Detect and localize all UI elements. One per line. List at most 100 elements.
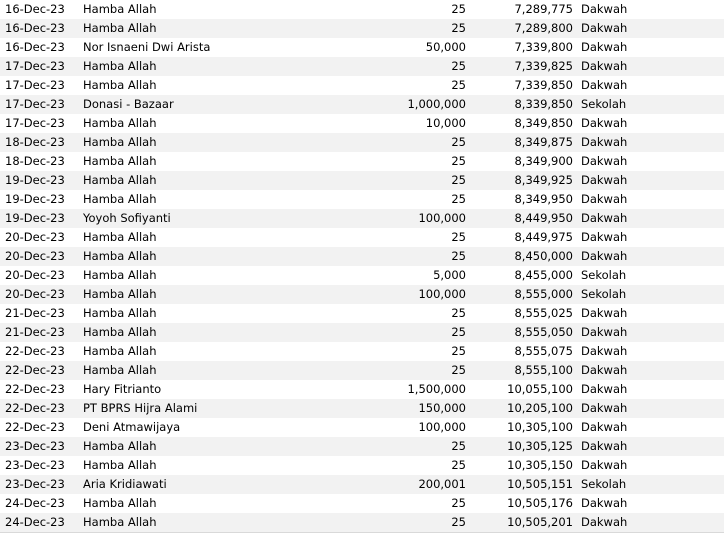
amount-cell[interactable]: 25 (383, 323, 468, 342)
date-cell[interactable]: 24-Dec-23 (0, 494, 83, 513)
date-cell[interactable]: 23-Dec-23 (0, 437, 83, 456)
date-cell[interactable]: 22-Dec-23 (0, 361, 83, 380)
running-balance-cell[interactable]: 10,305,150 (468, 456, 575, 475)
date-cell[interactable]: 16-Dec-23 (0, 38, 83, 57)
amount-cell[interactable]: 25 (383, 190, 468, 209)
amount-cell[interactable]: 25 (383, 57, 468, 76)
date-cell[interactable]: 22-Dec-23 (0, 342, 83, 361)
running-balance-cell[interactable]: 8,555,050 (468, 323, 575, 342)
amount-cell[interactable]: 25 (383, 228, 468, 247)
running-balance-cell[interactable]: 8,349,850 (468, 114, 575, 133)
donor-name-cell[interactable]: Hamba Allah (83, 304, 383, 323)
category-cell[interactable]: Sekolah (575, 285, 724, 304)
amount-cell[interactable]: 25 (383, 171, 468, 190)
donor-name-cell[interactable]: PT BPRS Hijra Alami (83, 399, 383, 418)
category-cell[interactable]: Sekolah (575, 266, 724, 285)
category-cell[interactable]: Dakwah (575, 19, 724, 38)
donor-name-cell[interactable]: Hamba Allah (83, 285, 383, 304)
category-cell[interactable]: Dakwah (575, 76, 724, 95)
amount-cell[interactable]: 25 (383, 76, 468, 95)
category-cell[interactable]: Dakwah (575, 399, 724, 418)
amount-cell[interactable]: 25 (383, 247, 468, 266)
running-balance-cell[interactable]: 10,055,100 (468, 380, 575, 399)
category-cell[interactable]: Dakwah (575, 304, 724, 323)
date-cell[interactable]: 22-Dec-23 (0, 380, 83, 399)
category-cell[interactable]: Dakwah (575, 323, 724, 342)
category-cell[interactable]: Dakwah (575, 152, 724, 171)
running-balance-cell[interactable]: 8,349,925 (468, 171, 575, 190)
category-cell[interactable]: Dakwah (575, 494, 724, 513)
date-cell[interactable]: 20-Dec-23 (0, 247, 83, 266)
date-cell[interactable]: 19-Dec-23 (0, 171, 83, 190)
amount-cell[interactable]: 25 (383, 19, 468, 38)
donor-name-cell[interactable]: Hamba Allah (83, 247, 383, 266)
donor-name-cell[interactable]: Hamba Allah (83, 361, 383, 380)
category-cell[interactable]: Dakwah (575, 437, 724, 456)
date-cell[interactable]: 20-Dec-23 (0, 266, 83, 285)
donor-name-cell[interactable]: Hamba Allah (83, 437, 383, 456)
amount-cell[interactable]: 1,000,000 (383, 95, 468, 114)
running-balance-cell[interactable]: 8,449,950 (468, 209, 575, 228)
running-balance-cell[interactable]: 8,455,000 (468, 266, 575, 285)
date-cell[interactable]: 19-Dec-23 (0, 190, 83, 209)
category-cell[interactable]: Dakwah (575, 513, 724, 533)
amount-cell[interactable]: 25 (383, 133, 468, 152)
date-cell[interactable]: 18-Dec-23 (0, 152, 83, 171)
date-cell[interactable]: 21-Dec-23 (0, 323, 83, 342)
date-cell[interactable]: 22-Dec-23 (0, 399, 83, 418)
category-cell[interactable]: Dakwah (575, 171, 724, 190)
category-cell[interactable]: Dakwah (575, 342, 724, 361)
running-balance-cell[interactable]: 7,339,825 (468, 57, 575, 76)
category-cell[interactable]: Dakwah (575, 380, 724, 399)
donor-name-cell[interactable]: Hamba Allah (83, 57, 383, 76)
date-cell[interactable]: 17-Dec-23 (0, 57, 83, 76)
running-balance-cell[interactable]: 10,305,100 (468, 418, 575, 437)
donor-name-cell[interactable]: Yoyoh Sofiyanti (83, 209, 383, 228)
donor-name-cell[interactable]: Hamba Allah (83, 513, 383, 533)
running-balance-cell[interactable]: 10,505,176 (468, 494, 575, 513)
donor-name-cell[interactable]: Hamba Allah (83, 133, 383, 152)
date-cell[interactable]: 20-Dec-23 (0, 228, 83, 247)
date-cell[interactable]: 17-Dec-23 (0, 95, 83, 114)
category-cell[interactable]: Dakwah (575, 247, 724, 266)
amount-cell[interactable]: 25 (383, 513, 468, 533)
donor-name-cell[interactable]: Hamba Allah (83, 76, 383, 95)
running-balance-cell[interactable]: 8,555,100 (468, 361, 575, 380)
donor-name-cell[interactable]: Donasi - Bazaar (83, 95, 383, 114)
category-cell[interactable]: Dakwah (575, 133, 724, 152)
amount-cell[interactable]: 25 (383, 437, 468, 456)
donor-name-cell[interactable]: Hamba Allah (83, 190, 383, 209)
donor-name-cell[interactable]: Hamba Allah (83, 0, 383, 19)
donor-name-cell[interactable]: Hamba Allah (83, 266, 383, 285)
amount-cell[interactable]: 100,000 (383, 209, 468, 228)
category-cell[interactable]: Sekolah (575, 475, 724, 494)
running-balance-cell[interactable]: 7,339,850 (468, 76, 575, 95)
amount-cell[interactable]: 25 (383, 361, 468, 380)
category-cell[interactable]: Dakwah (575, 418, 724, 437)
category-cell[interactable]: Dakwah (575, 228, 724, 247)
donor-name-cell[interactable]: Hamba Allah (83, 171, 383, 190)
category-cell[interactable]: Dakwah (575, 361, 724, 380)
running-balance-cell[interactable]: 10,205,100 (468, 399, 575, 418)
donor-name-cell[interactable]: Hamba Allah (83, 228, 383, 247)
category-cell[interactable]: Dakwah (575, 114, 724, 133)
running-balance-cell[interactable]: 8,349,900 (468, 152, 575, 171)
donor-name-cell[interactable]: Hamba Allah (83, 152, 383, 171)
donor-name-cell[interactable]: Hamba Allah (83, 114, 383, 133)
date-cell[interactable]: 19-Dec-23 (0, 209, 83, 228)
date-cell[interactable]: 23-Dec-23 (0, 456, 83, 475)
date-cell[interactable]: 22-Dec-23 (0, 418, 83, 437)
amount-cell[interactable]: 25 (383, 304, 468, 323)
donor-name-cell[interactable]: Aria Kridiawati (83, 475, 383, 494)
amount-cell[interactable]: 5,000 (383, 266, 468, 285)
category-cell[interactable]: Sekolah (575, 95, 724, 114)
running-balance-cell[interactable]: 10,505,201 (468, 513, 575, 533)
date-cell[interactable]: 16-Dec-23 (0, 0, 83, 19)
running-balance-cell[interactable]: 8,555,075 (468, 342, 575, 361)
donor-name-cell[interactable]: Deni Atmawijaya (83, 418, 383, 437)
date-cell[interactable]: 20-Dec-23 (0, 285, 83, 304)
date-cell[interactable]: 17-Dec-23 (0, 76, 83, 95)
category-cell[interactable]: Dakwah (575, 456, 724, 475)
donor-name-cell[interactable]: Hamba Allah (83, 494, 383, 513)
donor-name-cell[interactable]: Nor Isnaeni Dwi Arista (83, 38, 383, 57)
